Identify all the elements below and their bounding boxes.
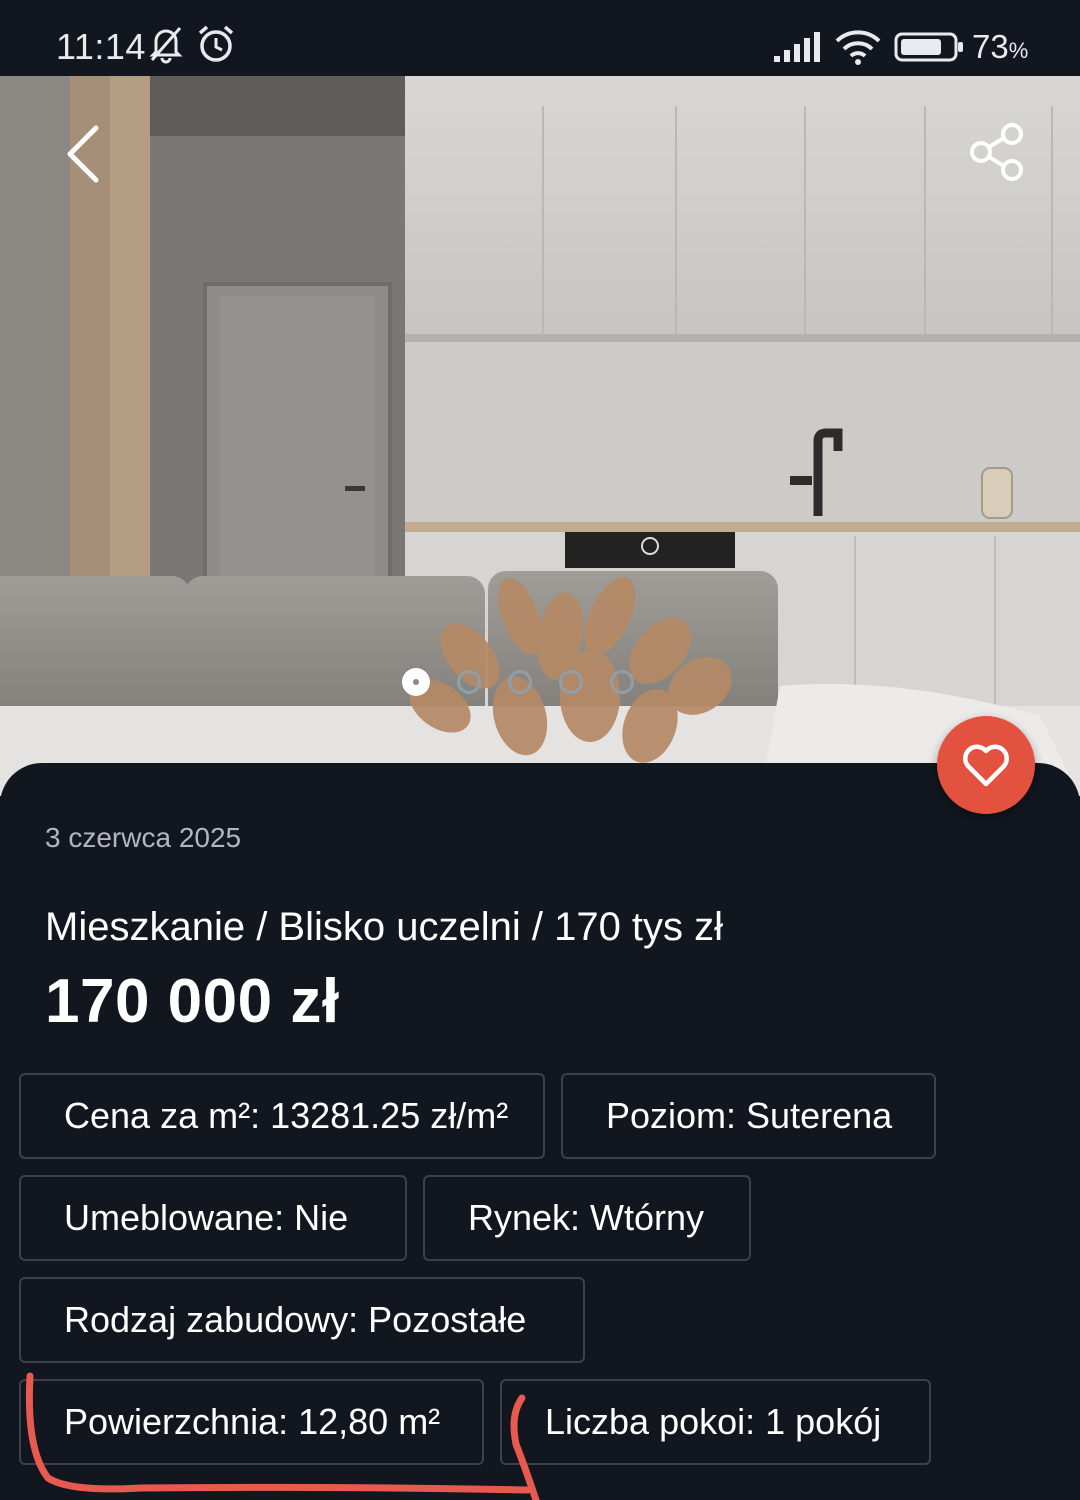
gallery-dot[interactable] <box>457 670 481 694</box>
attribute-chip-area: Powierzchnia: 12,80 m² <box>19 1379 484 1465</box>
gallery-dot[interactable] <box>508 670 532 694</box>
wifi-icon <box>834 28 882 71</box>
attribute-chip-level: Poziom: Suterena <box>561 1073 936 1159</box>
share-icon[interactable] <box>968 122 1026 182</box>
battery-icon <box>894 32 966 67</box>
attribute-chip-building-type: Rodzaj zabudowy: Pozostałe <box>19 1277 585 1363</box>
favorite-button[interactable] <box>937 716 1035 814</box>
listing-photo-gallery[interactable] <box>0 76 1080 796</box>
heart-icon <box>963 744 1009 787</box>
battery-level: 73% <box>972 28 1029 65</box>
listing-date: 3 czerwca 2025 <box>45 822 242 853</box>
gallery-dot[interactable] <box>559 670 583 694</box>
alarm-icon <box>196 24 236 69</box>
listing-title: Mieszkanie / Blisko uczelni / 170 tys zł <box>45 905 724 949</box>
attribute-chip-price-per-m2: Cena za m²: 13281.25 zł/m² <box>19 1073 545 1159</box>
attribute-chip-furnished: Umeblowane: Nie <box>19 1175 407 1261</box>
attribute-chip-rooms: Liczba pokoi: 1 pokój <box>500 1379 931 1465</box>
listing-price: 170 000 zł <box>45 967 340 1036</box>
back-arrow-icon[interactable] <box>62 124 102 184</box>
gallery-pagination <box>402 668 634 696</box>
signal-icon <box>772 30 822 69</box>
status-bar: 11:14 73% <box>0 0 1080 76</box>
gallery-dot[interactable] <box>610 670 634 694</box>
gallery-dot[interactable] <box>402 668 430 696</box>
bell-off-icon <box>148 24 184 69</box>
attribute-chip-market: Rynek: Wtórny <box>423 1175 751 1261</box>
status-time: 11:14 <box>56 26 146 67</box>
